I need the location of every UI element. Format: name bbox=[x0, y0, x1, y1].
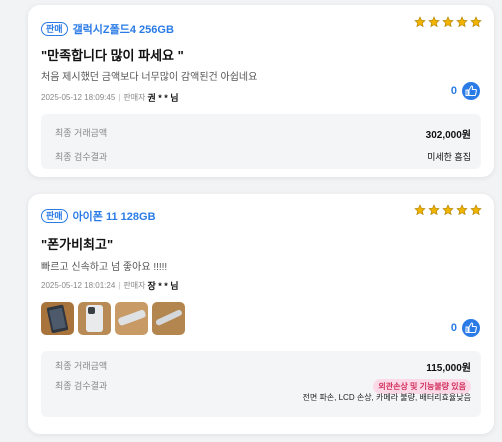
review-photos bbox=[41, 302, 185, 335]
review-body: 처음 제시했던 금액보다 너무많이 감액된건 아쉽네요 bbox=[41, 72, 258, 83]
thumbs-up-icon bbox=[465, 322, 477, 333]
star-icon bbox=[456, 204, 468, 216]
product-name[interactable]: 갤럭시Z폴드4 256GB bbox=[73, 21, 174, 37]
inspection-label: 최종 검수결과 bbox=[55, 152, 108, 162]
star-icon bbox=[470, 204, 482, 216]
thumbs-up-icon bbox=[465, 85, 477, 96]
review-header: 판매 갤럭시Z폴드4 256GB bbox=[41, 21, 174, 37]
price-label: 최종 거래금액 bbox=[55, 128, 108, 138]
review-date: 2025-05-12 18:09:45 bbox=[41, 93, 116, 102]
like-button[interactable] bbox=[462, 319, 480, 337]
review-date: 2025-05-12 18:01:24 bbox=[41, 281, 116, 290]
like-control[interactable]: 0 bbox=[451, 82, 480, 100]
meta-divider: | bbox=[118, 281, 121, 290]
price-value: 115,000원 bbox=[426, 363, 471, 374]
star-icon bbox=[414, 16, 426, 28]
rating-stars bbox=[414, 204, 482, 216]
like-control[interactable]: 0 bbox=[451, 319, 480, 337]
seller-label: 판매자 bbox=[123, 281, 146, 290]
like-button[interactable] bbox=[462, 82, 480, 100]
review-card: 판매 아이폰 11 128GB "폰가비최고" 빠르고 신속하고 넘 좋아요 !… bbox=[28, 194, 494, 434]
seller-label: 판매자 bbox=[123, 93, 146, 102]
star-icon bbox=[470, 16, 482, 28]
sale-badge: 판매 bbox=[41, 22, 68, 36]
phone-side-photo[interactable] bbox=[115, 302, 148, 335]
product-name[interactable]: 아이폰 11 128GB bbox=[73, 208, 156, 224]
like-count: 0 bbox=[450, 85, 457, 97]
meta-divider: | bbox=[118, 93, 121, 102]
price-value: 302,000원 bbox=[425, 130, 471, 141]
star-icon bbox=[414, 204, 426, 216]
trade-summary: 최종 거래금액 302,000원 최종 검수결과 미세한 흠집 bbox=[41, 114, 481, 169]
inspection-row: 최종 검수결과 미세한 흠집 bbox=[55, 150, 471, 163]
review-header: 판매 아이폰 11 128GB bbox=[41, 208, 156, 224]
phone-front-photo[interactable] bbox=[41, 302, 74, 335]
review-meta: 2025-05-12 18:09:45 | 판매자 권 * * 님 bbox=[41, 91, 179, 104]
seller-name: 장 * * 님 bbox=[147, 281, 179, 291]
inspection-label: 최종 검수결과 bbox=[55, 381, 108, 391]
star-icon bbox=[442, 16, 454, 28]
star-icon bbox=[428, 204, 440, 216]
inspection-result: 미세한 흠집 bbox=[427, 152, 471, 162]
review-meta: 2025-05-12 18:01:24 | 판매자 장 * * 님 bbox=[41, 279, 179, 292]
phone-back-photo[interactable] bbox=[78, 302, 111, 335]
star-icon bbox=[428, 16, 440, 28]
trade-summary: 최종 거래금액 115,000원 최종 검수결과 외관손상 및 기능불량 있음 … bbox=[41, 351, 481, 417]
sale-badge: 판매 bbox=[41, 209, 68, 223]
review-title: "폰가비최고" bbox=[41, 237, 114, 252]
review-list: 판매 갤럭시Z폴드4 256GB "만족합니다 많이 파세요 " 처음 제시했던… bbox=[0, 0, 502, 442]
review-title: "만족합니다 많이 파세요 " bbox=[41, 48, 184, 63]
seller-name: 권 * * 님 bbox=[147, 93, 179, 103]
price-row: 최종 거래금액 115,000원 bbox=[55, 359, 471, 374]
price-label: 최종 거래금액 bbox=[55, 361, 108, 371]
star-icon bbox=[442, 204, 454, 216]
star-icon bbox=[456, 16, 468, 28]
review-card: 판매 갤럭시Z폴드4 256GB "만족합니다 많이 파세요 " 처음 제시했던… bbox=[28, 5, 494, 177]
like-count: 0 bbox=[450, 322, 457, 334]
phone-edge-photo[interactable] bbox=[152, 302, 185, 335]
price-row: 최종 거래금액 302,000원 bbox=[55, 126, 471, 141]
rating-stars bbox=[414, 16, 482, 28]
inspection-detail: 전면 파손, LCD 손상, 카메라 불량, 배터리효율낮음 bbox=[302, 393, 472, 402]
review-body: 빠르고 신속하고 넘 좋아요 !!!!! bbox=[41, 262, 168, 273]
